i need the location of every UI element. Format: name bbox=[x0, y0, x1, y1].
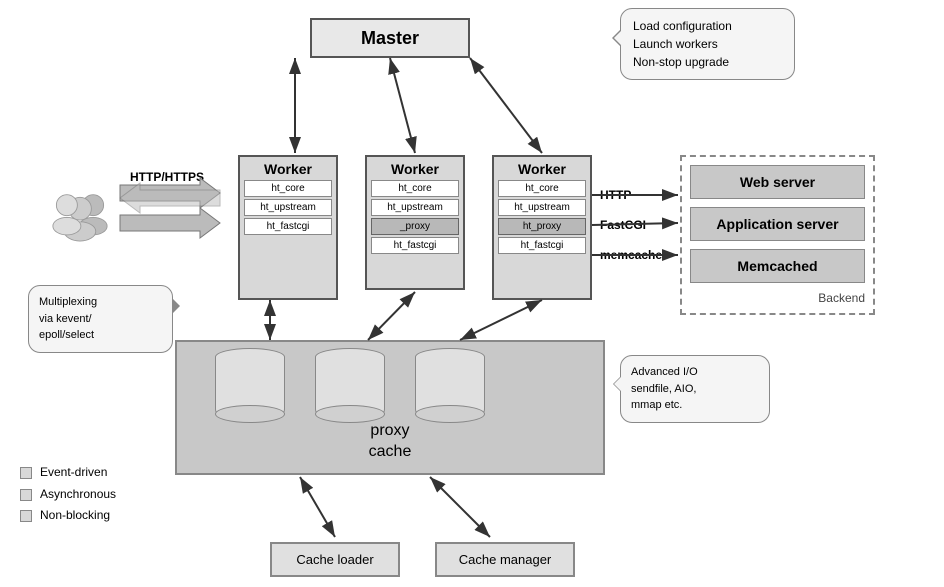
worker2-module-htupstream: ht_upstream bbox=[371, 199, 459, 216]
worker3-module-htupstream: ht_upstream bbox=[498, 199, 586, 216]
worker1-module-htfastcgi: ht_fastcgi bbox=[244, 218, 332, 235]
worker2-module-proxy: _proxy bbox=[371, 218, 459, 235]
db-bottom-3 bbox=[415, 405, 485, 423]
master-box: Master bbox=[310, 18, 470, 58]
backend-group: Web server Application server Memcached … bbox=[680, 155, 875, 315]
master-bubble-line3: Non-stop upgrade bbox=[633, 55, 729, 69]
worker2-title: Worker bbox=[371, 161, 459, 177]
db-cylinder-1 bbox=[215, 348, 285, 423]
db-bottom-2 bbox=[315, 405, 385, 423]
legend-square-1 bbox=[20, 467, 32, 479]
cache-loader-label: Cache loader bbox=[296, 552, 373, 567]
worker2-module-htfastcgi: ht_fastcgi bbox=[371, 237, 459, 254]
master-bubble: Load configuration Launch workers Non-st… bbox=[620, 8, 795, 80]
advancedio-bubble: Advanced I/O sendfile, AIO, mmap etc. bbox=[620, 355, 770, 423]
memcache-label: memcache bbox=[600, 248, 662, 262]
worker1-box: Worker ht_core ht_upstream ht_fastcgi bbox=[238, 155, 338, 300]
http-https-label: HTTP/HTTPS bbox=[130, 170, 204, 184]
worker3-title: Worker bbox=[498, 161, 586, 177]
worker2-module-htcore: ht_core bbox=[371, 180, 459, 197]
legend-square-3 bbox=[20, 510, 32, 522]
worker1-title: Worker bbox=[244, 161, 332, 177]
fastcgi-label: FastCGI bbox=[600, 218, 646, 232]
legend-item-eventdriven: Event-driven bbox=[20, 462, 116, 484]
advancedio-line2: sendfile, AIO, bbox=[631, 383, 696, 395]
cache-manager-box: Cache manager bbox=[435, 542, 575, 577]
legend-label-nonblocking: Non-blocking bbox=[40, 505, 110, 527]
advancedio-line1: Advanced I/O bbox=[631, 366, 698, 378]
worker3-module-htproxy: ht_proxy bbox=[498, 218, 586, 235]
proxy-cache-label: proxy cache bbox=[369, 421, 412, 463]
backend-label: Backend bbox=[690, 291, 865, 305]
backend-appserver: Application server bbox=[690, 207, 865, 241]
legend-item-nonblocking: Non-blocking bbox=[20, 505, 116, 527]
db-cylinder-2 bbox=[315, 348, 385, 423]
users-icon bbox=[45, 185, 115, 255]
cache-loader-box: Cache loader bbox=[270, 542, 400, 577]
diagram: Master Load configuration Launch workers… bbox=[0, 0, 944, 587]
multiplex-text: Multiplexingvia kevent/epoll/select bbox=[39, 296, 97, 341]
advancedio-line3: mmap etc. bbox=[631, 399, 682, 411]
worker2-box: Worker ht_core ht_upstream _proxy ht_fas… bbox=[365, 155, 465, 290]
backend-memcached: Memcached bbox=[690, 249, 865, 283]
worker3-module-htfastcgi: ht_fastcgi bbox=[498, 237, 586, 254]
http-label: HTTP bbox=[600, 188, 631, 202]
worker3-module-htcore: ht_core bbox=[498, 180, 586, 197]
legend-item-asynchronous: Asynchronous bbox=[20, 484, 116, 506]
worker1-module-htcore: ht_core bbox=[244, 180, 332, 197]
worker3-box: Worker ht_core ht_upstream ht_proxy ht_f… bbox=[492, 155, 592, 300]
backend-webserver: Web server bbox=[690, 165, 865, 199]
master-bubble-line1: Load configuration bbox=[633, 19, 732, 33]
master-label: Master bbox=[361, 28, 419, 49]
db-bottom-1 bbox=[215, 405, 285, 423]
cache-manager-label: Cache manager bbox=[459, 552, 552, 567]
legend: Event-driven Asynchronous Non-blocking bbox=[20, 462, 116, 527]
legend-label-asynchronous: Asynchronous bbox=[40, 484, 116, 506]
legend-square-2 bbox=[20, 489, 32, 501]
master-bubble-line2: Launch workers bbox=[633, 37, 718, 51]
multiplex-bubble: Multiplexingvia kevent/epoll/select bbox=[28, 285, 173, 353]
db-cylinder-3 bbox=[415, 348, 485, 423]
legend-label-eventdriven: Event-driven bbox=[40, 462, 107, 484]
worker1-module-htupstream: ht_upstream bbox=[244, 199, 332, 216]
